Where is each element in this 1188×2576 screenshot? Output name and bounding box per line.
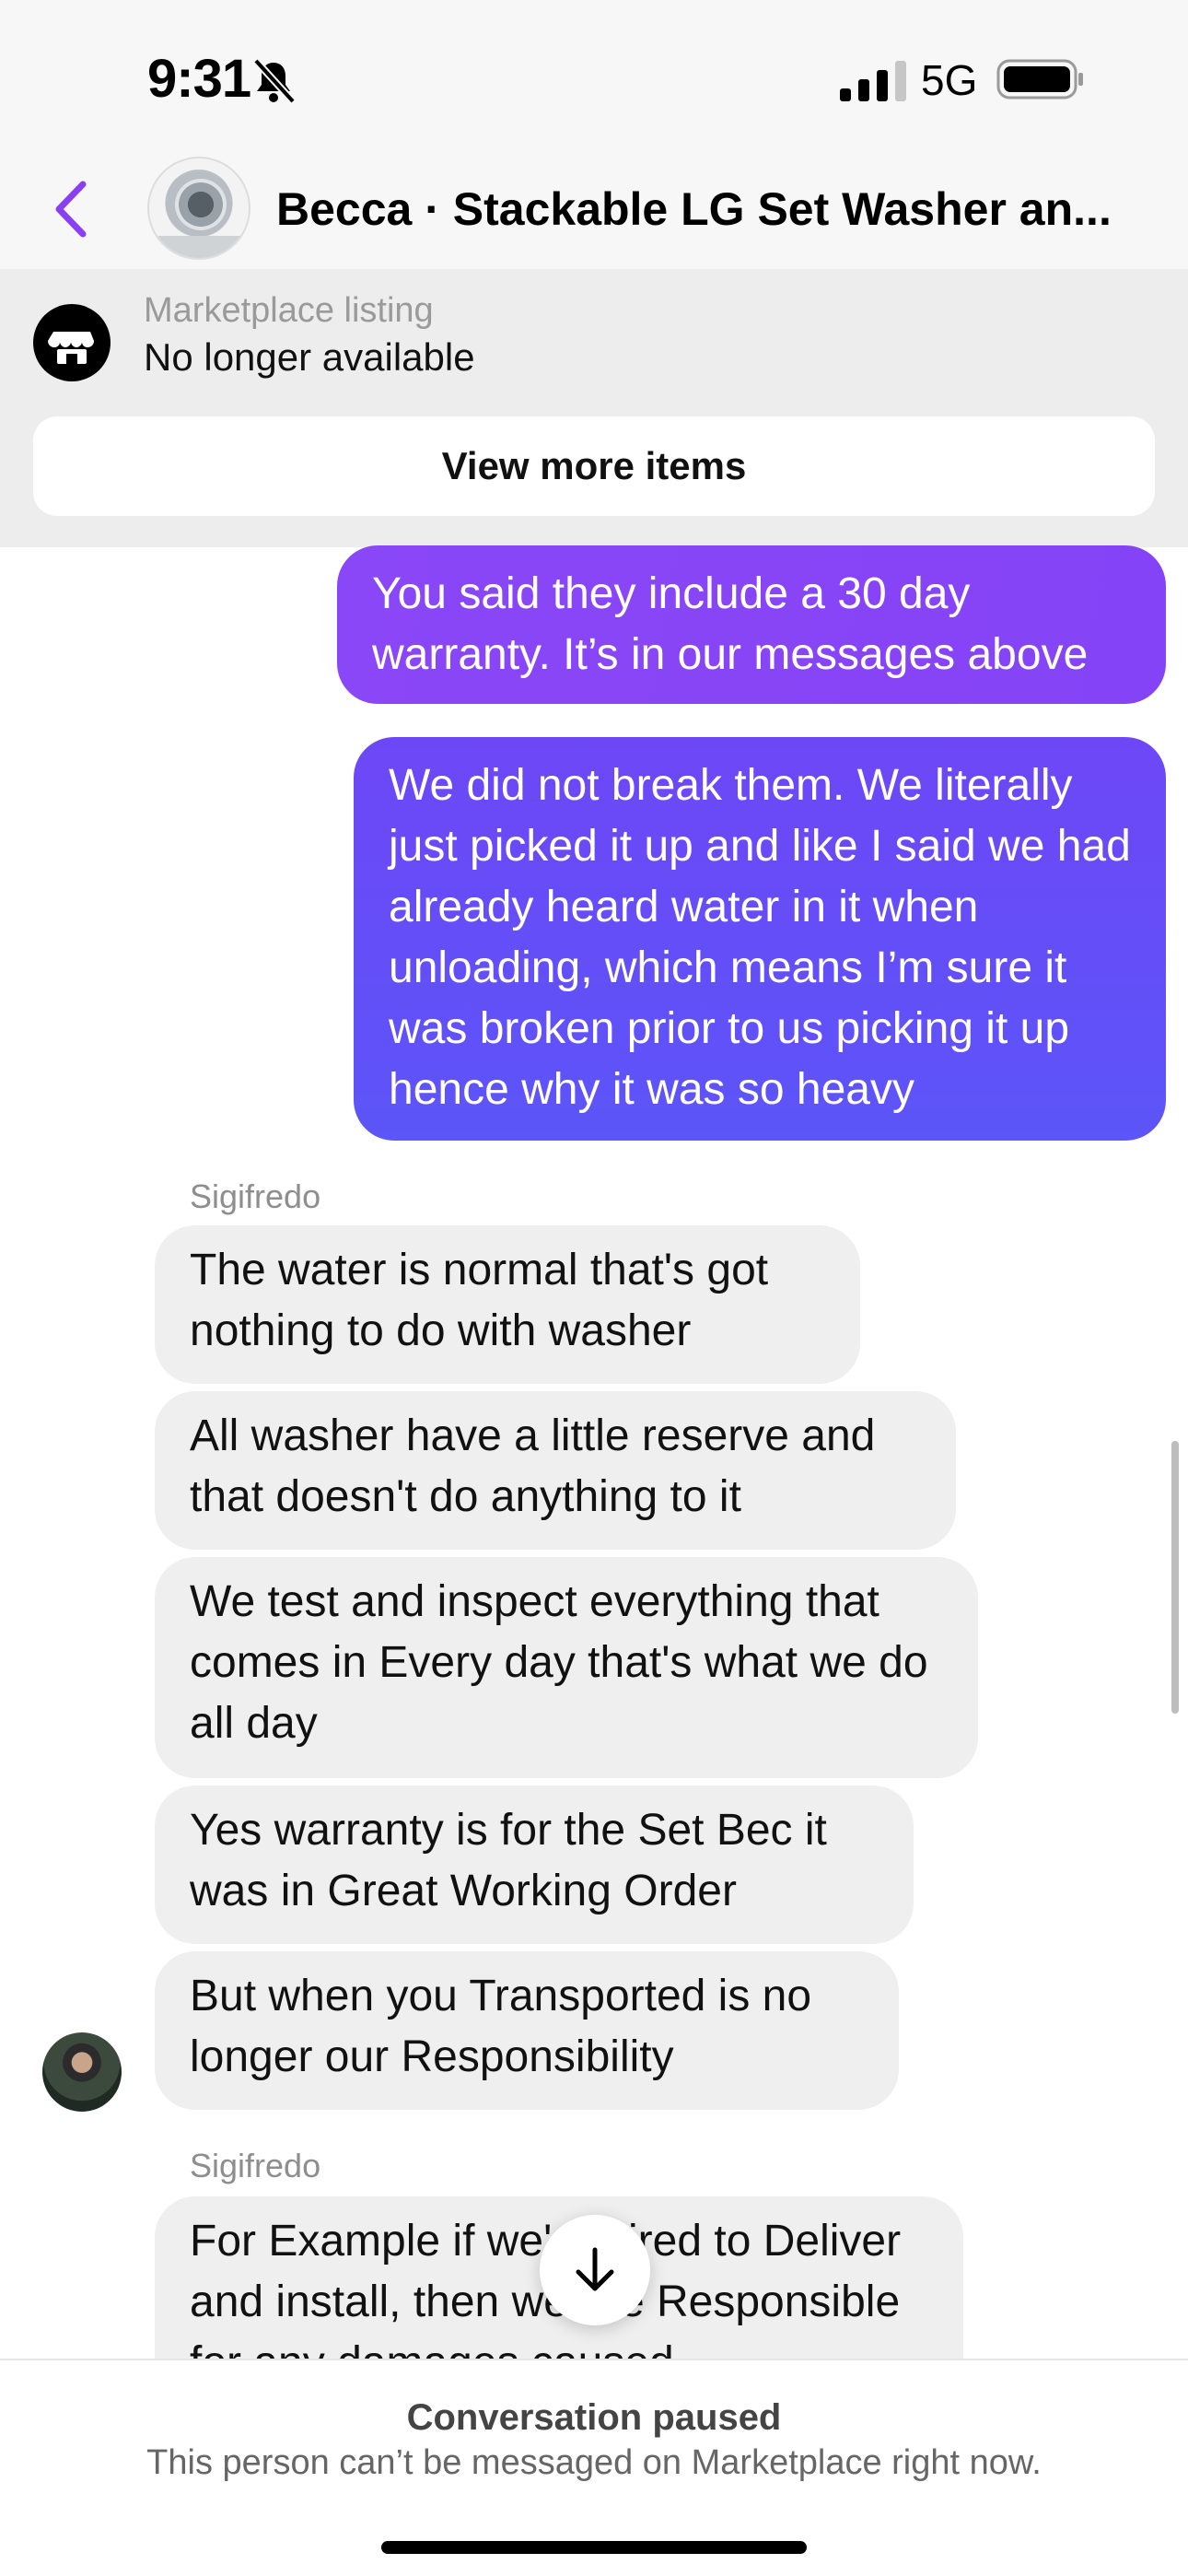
scrollbar[interactable] bbox=[1171, 1441, 1179, 1714]
incoming-message[interactable]: All washer have a little reserve and tha… bbox=[155, 1391, 956, 1550]
view-more-items-button[interactable]: View more items bbox=[33, 416, 1155, 516]
storefront-icon bbox=[33, 304, 111, 381]
chat-title[interactable]: Becca · Stackable LG Set Washer an... bbox=[276, 182, 1133, 236]
battery-icon bbox=[996, 59, 1083, 100]
signal-icon bbox=[840, 61, 906, 101]
paused-title: Conversation paused bbox=[406, 2397, 782, 2438]
status-time: 9:31 bbox=[147, 49, 251, 109]
scroll-to-bottom-button[interactable] bbox=[540, 2215, 650, 2325]
incoming-message[interactable]: The water is normal that's got nothing t… bbox=[155, 1225, 860, 1384]
sender-avatar[interactable] bbox=[42, 2032, 122, 2112]
incoming-message[interactable]: We test and inspect everything that come… bbox=[155, 1557, 978, 1778]
chevron-left-icon[interactable] bbox=[52, 179, 92, 240]
incoming-message[interactable]: Yes warranty is for the Set Bec it was i… bbox=[155, 1786, 914, 1944]
listing-label: Marketplace listing bbox=[144, 291, 434, 330]
home-indicator[interactable] bbox=[381, 2541, 807, 2554]
sender-name: Sigifredo bbox=[190, 1177, 321, 1215]
network-label: 5G bbox=[921, 56, 978, 104]
outgoing-message[interactable]: You said they include a 30 day warranty.… bbox=[337, 545, 1166, 704]
listing-status: No longer available bbox=[144, 335, 475, 379]
incoming-message[interactable]: But when you Transported is no longer ou… bbox=[155, 1951, 899, 2110]
outgoing-message[interactable]: We did not break them. We literally just… bbox=[354, 737, 1166, 1141]
bell-slash-icon bbox=[253, 58, 296, 104]
paused-subtitle: This person can’t be messaged on Marketp… bbox=[146, 2443, 1042, 2482]
arrow-down-icon bbox=[576, 2247, 614, 2291]
listing-avatar[interactable] bbox=[147, 157, 250, 260]
sender-name: Sigifredo bbox=[190, 2147, 321, 2184]
